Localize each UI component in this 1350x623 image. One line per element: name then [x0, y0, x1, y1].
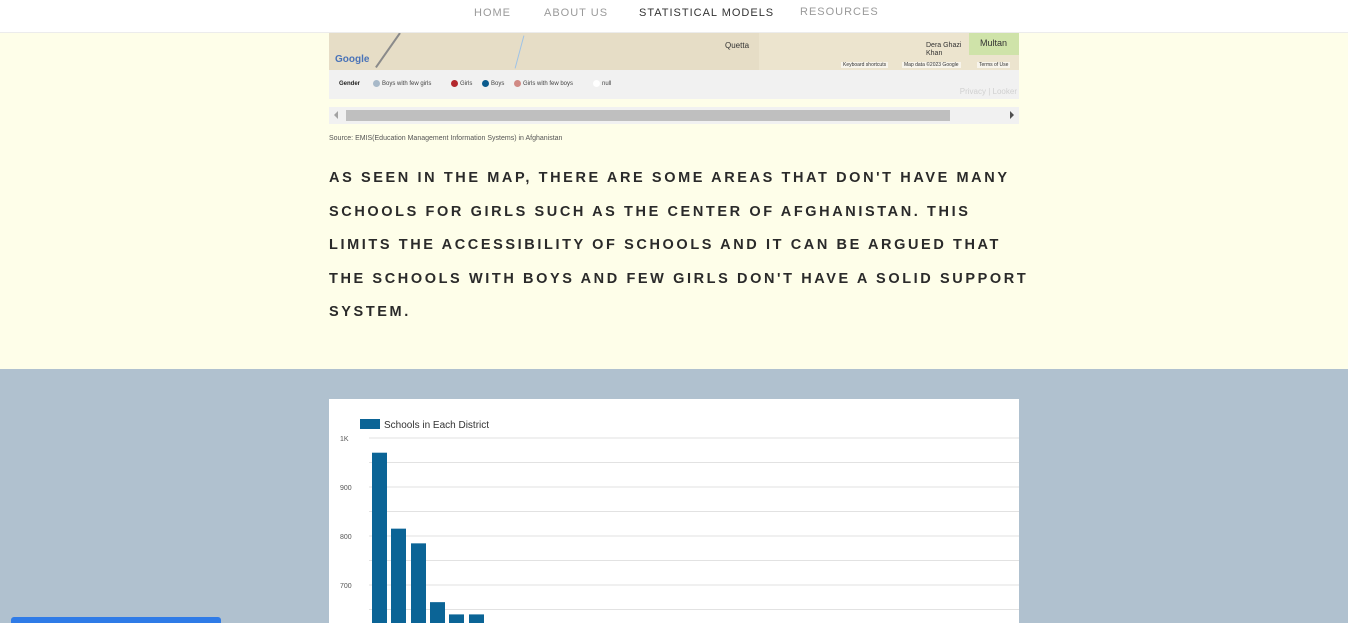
legend-item-boys-few-girls[interactable]: Boys with few girls [373, 80, 431, 87]
map-city-dera-ghazi-khan: Dera Ghazi Khan [926, 42, 962, 57]
top-navigation: HOME ABOUT US STATISTICAL MODELS RESOURC… [0, 0, 1348, 33]
map-river [514, 35, 525, 69]
nav-statistical-models[interactable]: STATISTICAL MODELS [639, 7, 774, 19]
scroll-left-arrow-icon[interactable] [334, 111, 338, 119]
map-data-attribution: Map data ©2023 Google [902, 62, 961, 68]
legend-dot-icon [451, 80, 458, 87]
google-logo: Google [335, 54, 370, 65]
chart-bar [411, 543, 426, 623]
map-city-multan: Multan [980, 38, 1008, 48]
analysis-paragraph: As seen in the map, there are some areas… [329, 170, 1029, 320]
map-keyboard-shortcuts[interactable]: Keyboard shortcuts [841, 62, 889, 68]
chart-bar [430, 602, 445, 623]
y-tick-label: 900 [340, 485, 352, 492]
legend-label: null [602, 80, 612, 87]
map-road [375, 33, 401, 68]
legend-dot-icon [593, 80, 600, 87]
nav-resources[interactable]: RESOURCES [800, 6, 879, 18]
chart-bar [469, 614, 484, 623]
legend-item-null[interactable]: null [593, 80, 611, 87]
legend-item-girls[interactable]: Girls [451, 80, 472, 87]
scrollbar-thumb[interactable] [346, 110, 950, 121]
legend-swatch [360, 419, 380, 429]
scroll-right-arrow-icon[interactable] [1010, 111, 1014, 119]
map-city-quetta: Quetta [725, 41, 750, 50]
legend-label: Schools in Each District [384, 420, 489, 431]
looker-link[interactable]: Looker [993, 87, 1017, 96]
source-caption: Source: EMIS(Education Management Inform… [329, 135, 563, 142]
y-tick-label: 700 [340, 583, 352, 590]
bottom-banner-tab[interactable] [11, 617, 221, 623]
legend-item-girls-few-boys[interactable]: Girls with few boys [514, 80, 573, 87]
chart-bar [372, 452, 387, 623]
legend-label: Girls [460, 80, 473, 87]
legend-dot-icon [482, 80, 489, 87]
bar-chart-card: Schools in Each District 1K 900 800 700 [329, 399, 1019, 623]
bar-chart: Schools in Each District 1K 900 800 700 [340, 419, 1019, 623]
nav-about-us[interactable]: ABOUT US [544, 7, 608, 19]
legend-label: Boys with few girls [382, 80, 432, 87]
legend-label: Girls with few boys [523, 80, 574, 87]
privacy-link[interactable]: Privacy [960, 87, 986, 96]
legend-item-boys[interactable]: Boys [482, 80, 504, 87]
legend-dot-icon [514, 80, 521, 87]
embedded-map[interactable]: Google Quetta Dera Ghazi Khan Multan Key… [329, 33, 1019, 70]
legend-title: Gender [339, 81, 361, 87]
horizontal-scrollbar[interactable] [329, 107, 1019, 124]
privacy-links[interactable]: Privacy | Looker [960, 87, 1017, 96]
chart-bar [391, 528, 406, 623]
map-legend: Gender Boys with few girls Girls Boys Gi… [329, 70, 1019, 99]
legend-dot-icon [373, 80, 380, 87]
chart-bar [449, 614, 464, 623]
y-tick-label: 800 [340, 534, 352, 541]
y-tick-label: 1K [340, 436, 349, 443]
map-terms-link[interactable]: Terms of Use [977, 62, 1011, 68]
nav-home[interactable]: HOME [474, 7, 511, 19]
legend-label: Boys [491, 80, 505, 87]
